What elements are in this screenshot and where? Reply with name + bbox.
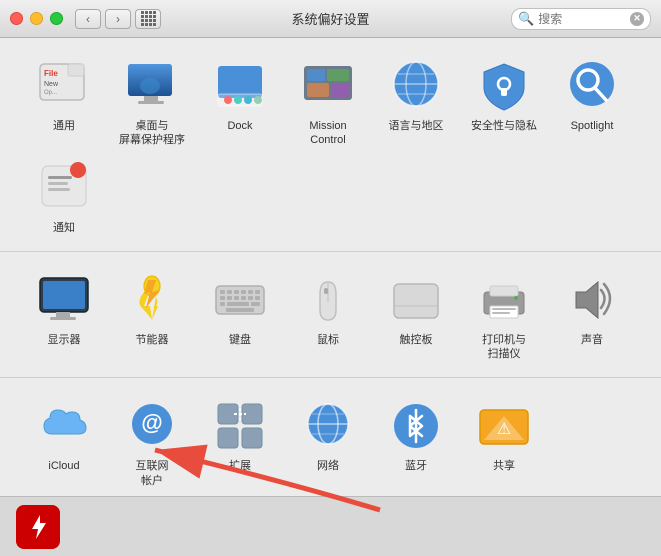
- extensions-icon: [212, 398, 268, 454]
- icloud-icon: [36, 398, 92, 454]
- dock-label: Dock: [227, 119, 252, 133]
- sound-icon: [564, 272, 620, 328]
- window-title: 系统偏好设置: [291, 9, 369, 28]
- traffic-lights: [10, 12, 63, 25]
- search-input[interactable]: [538, 12, 626, 26]
- svg-text:⚠: ⚠: [497, 421, 511, 438]
- svg-text:Op...: Op...: [44, 90, 57, 96]
- maximize-button[interactable]: [50, 12, 63, 25]
- energy-icon: [124, 272, 180, 328]
- trackpad-label: 触控板: [400, 333, 433, 347]
- section-hardware: 显示器 节能器: [0, 252, 661, 379]
- display-icon: [36, 272, 92, 328]
- notifications-label: 通知: [53, 221, 75, 235]
- grid-view-button[interactable]: [135, 9, 161, 29]
- spotlight-icon: [564, 58, 620, 114]
- pref-dock[interactable]: Dock: [196, 52, 284, 154]
- security-label: 安全性与隐私: [471, 119, 537, 133]
- pref-trackpad[interactable]: 触控板: [372, 266, 460, 368]
- bottom-bar: [0, 496, 661, 556]
- search-box[interactable]: 🔍 ✕: [511, 8, 651, 30]
- pref-language[interactable]: 语言与地区: [372, 52, 460, 154]
- pref-mission[interactable]: MissionControl: [284, 52, 372, 154]
- titlebar: ‹ › 系统偏好设置 🔍 ✕: [0, 0, 661, 38]
- pref-sound[interactable]: 声音: [548, 266, 636, 368]
- search-clear-button[interactable]: ✕: [630, 12, 644, 26]
- printer-label: 打印机与扫描仪: [482, 333, 526, 362]
- language-label: 语言与地区: [389, 119, 444, 133]
- pref-energy[interactable]: 节能器: [108, 266, 196, 368]
- pref-extensions[interactable]: 扩展: [196, 392, 284, 494]
- pref-notifications[interactable]: 通知: [20, 154, 108, 241]
- display-label: 显示器: [48, 333, 81, 347]
- pref-desktop[interactable]: 桌面与屏幕保护程序: [108, 52, 196, 154]
- sharing-icon: ⚠: [476, 398, 532, 454]
- internet-icon: @: [124, 398, 180, 454]
- section-internet: iCloud @ 互联网帐户: [0, 378, 661, 505]
- desktop-label: 桌面与屏幕保护程序: [119, 119, 185, 148]
- keyboard-label: 键盘: [229, 333, 251, 347]
- security-icon: [476, 58, 532, 114]
- pref-bluetooth[interactable]: 蓝牙: [372, 392, 460, 494]
- pref-display[interactable]: 显示器: [20, 266, 108, 368]
- network-label: 网络: [317, 459, 339, 473]
- mouse-icon: [300, 272, 356, 328]
- bluetooth-label: 蓝牙: [405, 459, 427, 473]
- pref-sharing[interactable]: ⚠ 共享: [460, 392, 548, 494]
- general-label: 通用: [53, 119, 75, 133]
- trackpad-icon: [388, 272, 444, 328]
- language-icon: [388, 58, 444, 114]
- icloud-label: iCloud: [48, 459, 79, 473]
- bluetooth-icon: [388, 398, 444, 454]
- main-content: File New Op... 通用: [0, 38, 661, 556]
- mission-label: MissionControl: [309, 119, 346, 148]
- back-button[interactable]: ‹: [75, 9, 101, 29]
- notifications-icon: [36, 160, 92, 216]
- pref-spotlight[interactable]: Spotlight: [548, 52, 636, 154]
- desktop-icon: [124, 58, 180, 114]
- printer-icon: [476, 272, 532, 328]
- svg-text:File: File: [44, 69, 58, 78]
- svg-text:@: @: [141, 410, 162, 435]
- nav-buttons: ‹ ›: [75, 9, 131, 29]
- pref-printer[interactable]: 打印机与扫描仪: [460, 266, 548, 368]
- energy-label: 节能器: [136, 333, 169, 347]
- svg-text:New: New: [44, 81, 59, 88]
- pref-mouse[interactable]: 鼠标: [284, 266, 372, 368]
- extensions-label: 扩展: [229, 459, 251, 473]
- spotlight-label: Spotlight: [571, 119, 614, 133]
- minimize-button[interactable]: [30, 12, 43, 25]
- sound-label: 声音: [581, 333, 603, 347]
- internet-label: 互联网帐户: [136, 459, 169, 488]
- pref-keyboard[interactable]: 键盘: [196, 266, 284, 368]
- close-button[interactable]: [10, 12, 23, 25]
- mission-icon: [300, 58, 356, 114]
- pref-icloud[interactable]: iCloud: [20, 392, 108, 494]
- pref-network[interactable]: 网络: [284, 392, 372, 494]
- pref-internet[interactable]: @ 互联网帐户: [108, 392, 196, 494]
- section-personal: File New Op... 通用: [0, 38, 661, 252]
- pref-general[interactable]: File New Op... 通用: [20, 52, 108, 154]
- flash-button[interactable]: [16, 505, 60, 549]
- general-icon: File New Op...: [36, 58, 92, 114]
- keyboard-icon: [212, 272, 268, 328]
- grid-icon: [141, 11, 156, 26]
- network-icon: [300, 398, 356, 454]
- dock-icon: [212, 58, 268, 114]
- forward-button[interactable]: ›: [105, 9, 131, 29]
- sharing-label: 共享: [493, 459, 515, 473]
- mouse-label: 鼠标: [317, 333, 339, 347]
- pref-security[interactable]: 安全性与隐私: [460, 52, 548, 154]
- search-icon: 🔍: [518, 11, 534, 27]
